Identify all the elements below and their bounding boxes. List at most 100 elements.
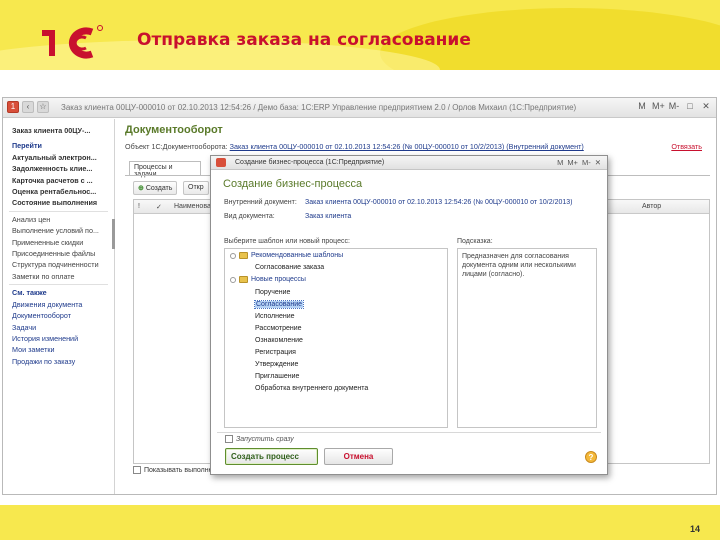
dialog-title: Создание бизнес-процесса (1С:Предприятие… xyxy=(235,159,385,166)
dialog-heading: Создание бизнес-процесса xyxy=(223,178,363,190)
sidebar-header: Заказ клиента 00ЦУ-... xyxy=(12,126,91,135)
tree-group-new[interactable]: Новые процессы xyxy=(230,276,306,283)
memory-icon[interactable]: M xyxy=(557,158,563,167)
run-immediately-label: Запустить сразу xyxy=(236,435,294,443)
window-title: Заказ клиента 00ЦУ-000010 от 02.10.2013 … xyxy=(61,103,577,112)
open-button[interactable]: Откр xyxy=(183,181,209,195)
tab-processes[interactable]: Процессы и задачи xyxy=(129,161,201,178)
sidebar-item-settlements[interactable]: Карточка расчетов с ... xyxy=(3,175,114,186)
tree-item[interactable]: Поручение xyxy=(255,289,290,296)
memory-plus-icon[interactable]: M+ xyxy=(567,158,578,167)
folder-icon xyxy=(239,252,248,259)
show-completed-toggle[interactable]: Показывать выполне xyxy=(133,466,213,474)
sidebar-item-my-notes[interactable]: Мои заметки xyxy=(3,344,114,355)
sidebar-item-go[interactable]: Перейти xyxy=(3,140,114,151)
cancel-button[interactable]: Отмена xyxy=(324,448,393,465)
expand-icon[interactable] xyxy=(230,276,236,283)
internal-doc-label: Внутренний документ: xyxy=(224,199,297,206)
expand-icon[interactable] xyxy=(230,252,236,259)
memory-minus-icon[interactable]: M- xyxy=(668,101,680,112)
tree-group-recommended[interactable]: Рекомендованные шаблоны xyxy=(230,252,343,259)
tree-item-template[interactable]: Согласование заказа xyxy=(255,264,324,271)
sidebar-item-files[interactable]: Присоединенные файлы xyxy=(3,248,114,259)
sidebar-splitter[interactable] xyxy=(112,219,115,249)
create-process-button[interactable]: Создать процесс xyxy=(225,448,318,465)
sidebar-item-movements[interactable]: Движения документа xyxy=(3,299,114,310)
page-title: Документооборот xyxy=(125,124,223,136)
dialog-controls: M M+ M- ✕ xyxy=(557,158,601,167)
sidebar-item-docflow[interactable]: Документооборот xyxy=(3,310,114,321)
hint-box: Предназначен для согласования документа … xyxy=(457,248,597,428)
memory-plus-icon[interactable]: M+ xyxy=(652,101,665,112)
tree-item-label: Регистрация xyxy=(255,349,296,356)
sidebar-item-price-analysis[interactable]: Анализ цен xyxy=(3,214,114,225)
add-icon: ⊕ xyxy=(138,185,146,192)
maximize-icon[interactable]: □ xyxy=(684,101,696,112)
object-label: Объект 1С:Документооборота: xyxy=(125,142,228,151)
tree-item[interactable]: Рассмотрение xyxy=(255,325,302,332)
tree-item-label: Исполнение xyxy=(255,313,295,320)
create-process-dialog: Создание бизнес-процесса (1С:Предприятие… xyxy=(210,155,608,475)
internal-doc-value[interactable]: Заказ клиента 00ЦУ-000010 от 02.10.2013 … xyxy=(305,199,601,206)
window-titlebar: 1 ‹ ☆ Заказ клиента 00ЦУ-000010 от 02.10… xyxy=(3,98,716,118)
tree-item[interactable]: Исполнение xyxy=(255,313,295,320)
help-icon[interactable]: ? xyxy=(585,451,597,463)
tree-item[interactable]: Регистрация xyxy=(255,349,296,356)
warning-icon: ! xyxy=(138,203,140,210)
sidebar-item-conditions[interactable]: Выполнение условий по... xyxy=(3,225,114,236)
folder-icon xyxy=(239,276,248,283)
1c-logo xyxy=(42,25,103,59)
tree-item[interactable]: Утверждение xyxy=(255,361,298,368)
tree-item-label: Обработка внутреннего документа xyxy=(255,385,369,392)
sidebar-item-structure[interactable]: Структура подчиненности xyxy=(3,259,114,270)
choose-template-label: Выберите шаблон или новый процесс: xyxy=(224,238,350,245)
checkbox[interactable] xyxy=(225,435,233,443)
divider xyxy=(9,210,108,212)
show-completed-label: Показывать выполне xyxy=(144,466,213,474)
sidebar-item-history[interactable]: История изменений xyxy=(3,333,114,344)
sidebar: Заказ клиента 00ЦУ-... Перейти Актуальны… xyxy=(3,119,115,494)
dialog-titlebar: Создание бизнес-процесса (1С:Предприятие… xyxy=(211,156,607,170)
page-number: 14 xyxy=(689,524,700,534)
check-icon: ✓ xyxy=(156,204,162,211)
sidebar-item-notes[interactable]: Заметки по оплате xyxy=(3,271,114,282)
sidebar-item-debt[interactable]: Задолженность клие... xyxy=(3,163,114,174)
sidebar-item-discounts[interactable]: Примененные скидки xyxy=(3,237,114,248)
run-immediately-toggle[interactable]: Запустить сразу xyxy=(225,435,294,443)
tree-item[interactable]: Обработка внутреннего документа xyxy=(255,385,368,392)
tree-item[interactable]: Ознакомление xyxy=(255,337,303,344)
back-icon[interactable]: ‹ xyxy=(22,101,34,113)
memory-minus-icon[interactable]: M- xyxy=(582,158,591,167)
col-author[interactable]: Автор xyxy=(642,203,661,210)
app-icon xyxy=(216,158,226,167)
doctype-value: Заказ клиента xyxy=(305,213,352,220)
app-menu-icon[interactable]: 1 xyxy=(7,101,19,113)
divider xyxy=(217,432,601,433)
tree-item-label: Согласование заказа xyxy=(255,264,325,271)
tree-item-label: Приглашение xyxy=(255,373,300,380)
slide-footer: 14 xyxy=(0,505,720,540)
sidebar-item-profitability[interactable]: Оценка рентабельнос... xyxy=(3,186,114,197)
tree-item-selected[interactable]: Согласование xyxy=(254,300,304,309)
sidebar-item-tasks[interactable]: Задачи xyxy=(3,322,114,333)
close-icon[interactable]: ✕ xyxy=(595,158,601,167)
sidebar-item-sales[interactable]: Продажи по заказу xyxy=(3,356,114,367)
doctype-label: Вид документа: xyxy=(224,213,275,220)
close-icon[interactable]: ✕ xyxy=(700,101,712,112)
checkbox[interactable] xyxy=(133,466,141,474)
hint-label: Подсказка: xyxy=(457,238,493,245)
object-link[interactable]: Заказ клиента 00ЦУ-000010 от 02.10.2013 … xyxy=(230,142,584,151)
sidebar-item-edoc[interactable]: Актуальный электрон... xyxy=(3,152,114,163)
sidebar-item-status[interactable]: Состояние выполнения xyxy=(3,197,114,208)
memory-icon[interactable]: M xyxy=(636,101,648,112)
star-icon[interactable]: ☆ xyxy=(37,101,49,113)
template-tree: Рекомендованные шаблоны Согласование зак… xyxy=(224,248,448,428)
create-button-label: Создать xyxy=(145,185,173,192)
tree-item[interactable]: Приглашение xyxy=(255,373,299,380)
create-button[interactable]: ⊕ Создать xyxy=(133,181,178,195)
tree-item-label: Поручение xyxy=(255,289,291,296)
unlink-link[interactable]: Отвязать xyxy=(671,142,702,151)
slide-title: Отправка заказа на согласование xyxy=(137,30,471,50)
titlebar-icons: 1 ‹ ☆ xyxy=(7,101,49,113)
tree-group-label: Рекомендованные шаблоны xyxy=(251,252,344,259)
